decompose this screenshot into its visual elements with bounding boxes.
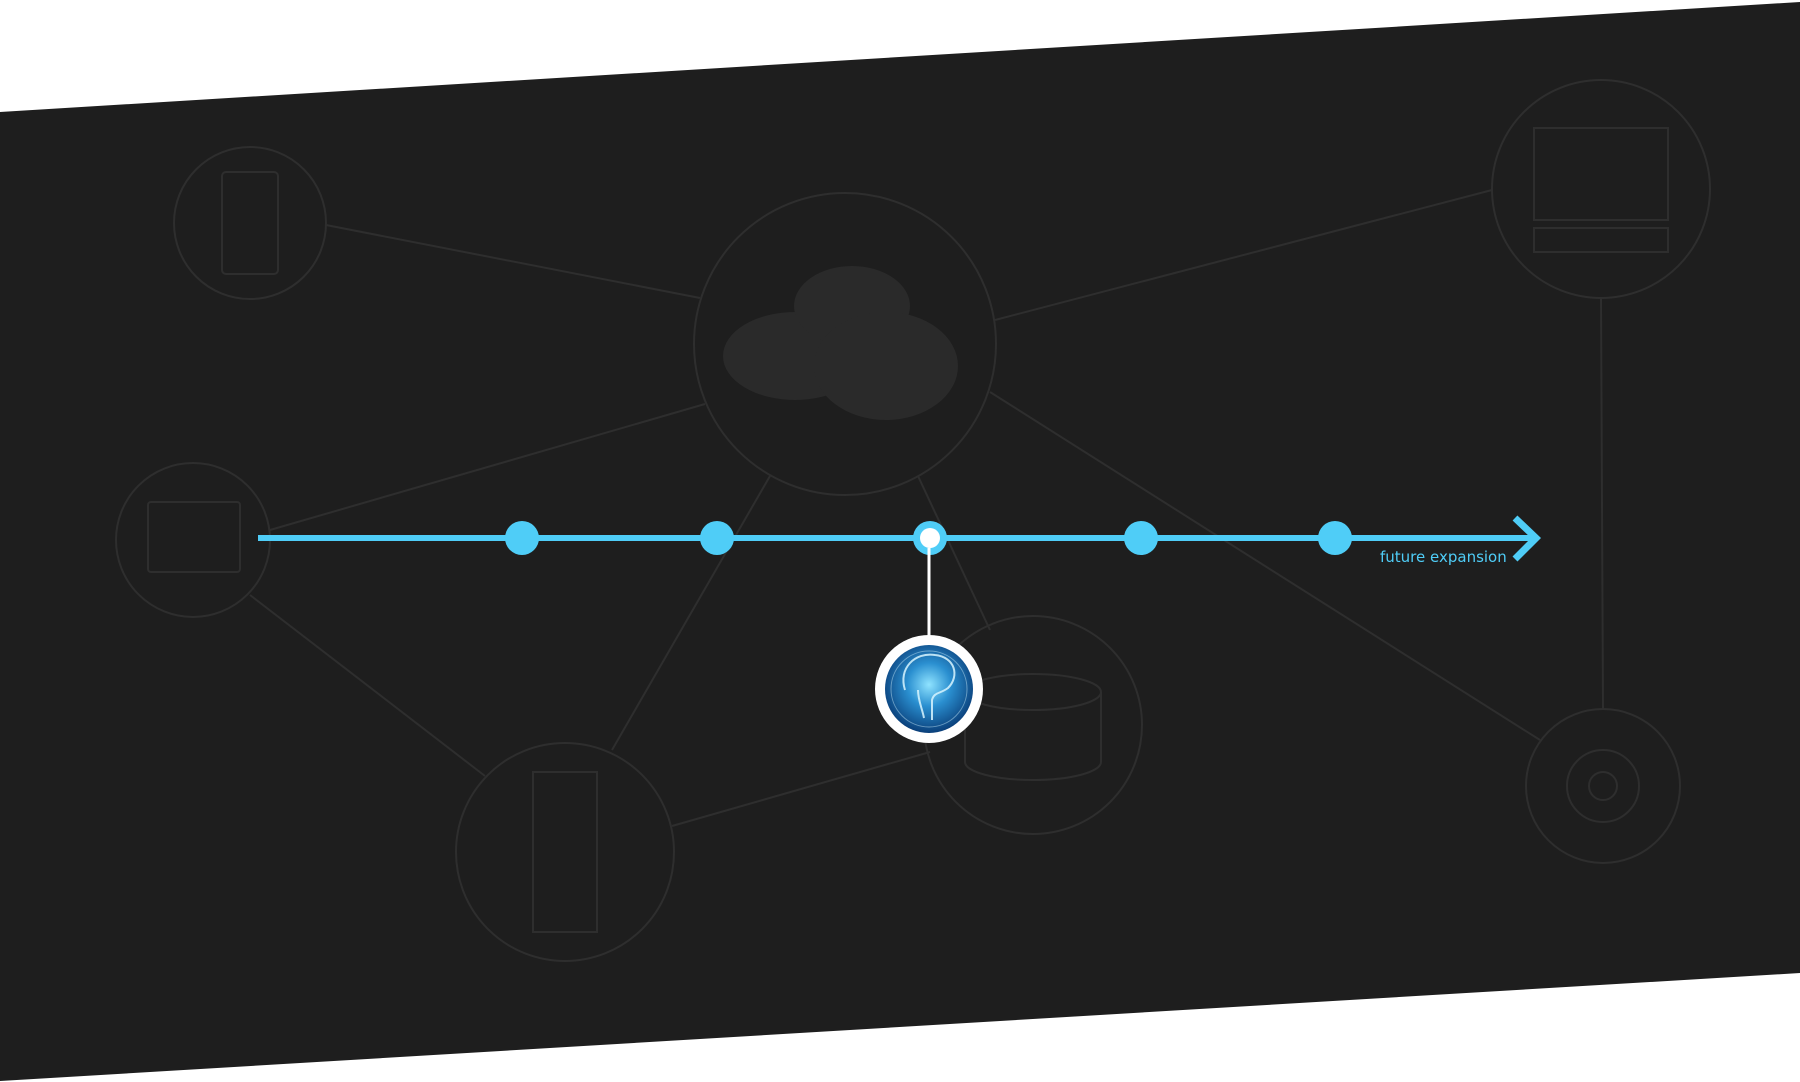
- milestone-1[interactable]: [505, 521, 539, 555]
- network-diagram-band: [0, 2, 1800, 1081]
- milestone-4[interactable]: [1124, 521, 1158, 555]
- milestone-5[interactable]: [1318, 521, 1352, 555]
- milestone-2[interactable]: [700, 521, 734, 555]
- brain-circuit-icon: [885, 645, 973, 733]
- future-expansion-label: future expansion: [1380, 548, 1507, 566]
- active-dot: [920, 528, 940, 548]
